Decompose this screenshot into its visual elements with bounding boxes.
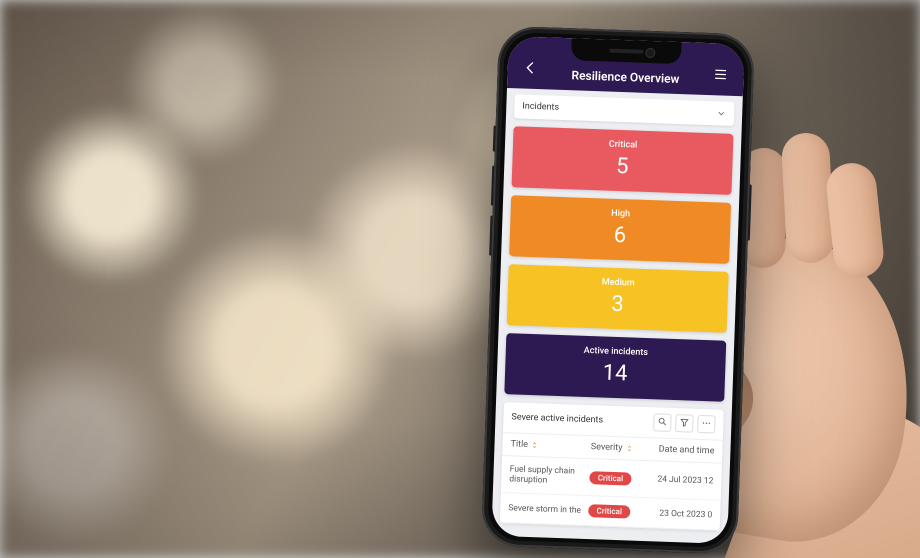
page-title: Resilience Overview [541, 67, 709, 87]
column-severity-label: Severity [591, 442, 623, 453]
search-icon [657, 416, 667, 429]
cell-title: Severe storm in the [508, 501, 589, 517]
chevron-down-icon [716, 108, 726, 118]
filter-icon [679, 417, 689, 430]
column-severity[interactable]: Severity [591, 442, 647, 454]
severity-badge: Critical [590, 471, 632, 485]
card-high-value: 6 [510, 219, 731, 252]
category-dropdown[interactable]: Incidents [514, 94, 735, 126]
card-critical-value: 5 [512, 150, 733, 183]
column-datetime-label: Date and time [659, 445, 715, 457]
cell-title: Fuel supply chain disruption [509, 464, 590, 487]
more-button[interactable] [697, 415, 716, 434]
card-medium-value: 3 [507, 288, 728, 321]
card-high[interactable]: High 6 [509, 195, 731, 264]
sort-icon [625, 444, 633, 452]
phone-notch [571, 38, 682, 64]
cell-severity: Critical [588, 504, 644, 519]
phone-screen: Resilience Overview Incidents Critical [491, 36, 744, 544]
cell-datetime: 23 Oct 2023 0 [644, 506, 712, 521]
back-button[interactable] [519, 58, 542, 81]
column-title[interactable]: Title [510, 439, 591, 452]
ellipsis-icon [701, 417, 711, 430]
hamburger-icon [712, 66, 729, 87]
incidents-panel: Severe active incidents [500, 402, 724, 531]
table-row[interactable]: Severe storm in the Critical 23 Oct 2023… [500, 493, 721, 531]
dropdown-selected-label: Incidents [522, 102, 559, 113]
card-active-value: 14 [505, 357, 726, 390]
filter-button[interactable] [675, 414, 694, 433]
phone-device: Resilience Overview Incidents Critical [481, 26, 755, 555]
severity-badge: Critical [588, 504, 630, 518]
arrow-left-icon [522, 60, 539, 81]
column-title-label: Title [510, 439, 528, 450]
cell-datetime: 24 Jul 2023 12 [645, 469, 714, 491]
panel-title: Severe active incidents [511, 412, 649, 427]
search-button[interactable] [653, 413, 672, 432]
card-medium[interactable]: Medium 3 [507, 264, 729, 333]
menu-button[interactable] [709, 65, 732, 88]
card-critical[interactable]: Critical 5 [512, 126, 734, 195]
background-vignette [0, 0, 920, 558]
card-active-incidents[interactable]: Active incidents 14 [504, 333, 726, 402]
sort-icon [531, 441, 539, 449]
column-datetime[interactable]: Date and time [646, 444, 714, 456]
cell-severity: Critical [589, 467, 645, 489]
